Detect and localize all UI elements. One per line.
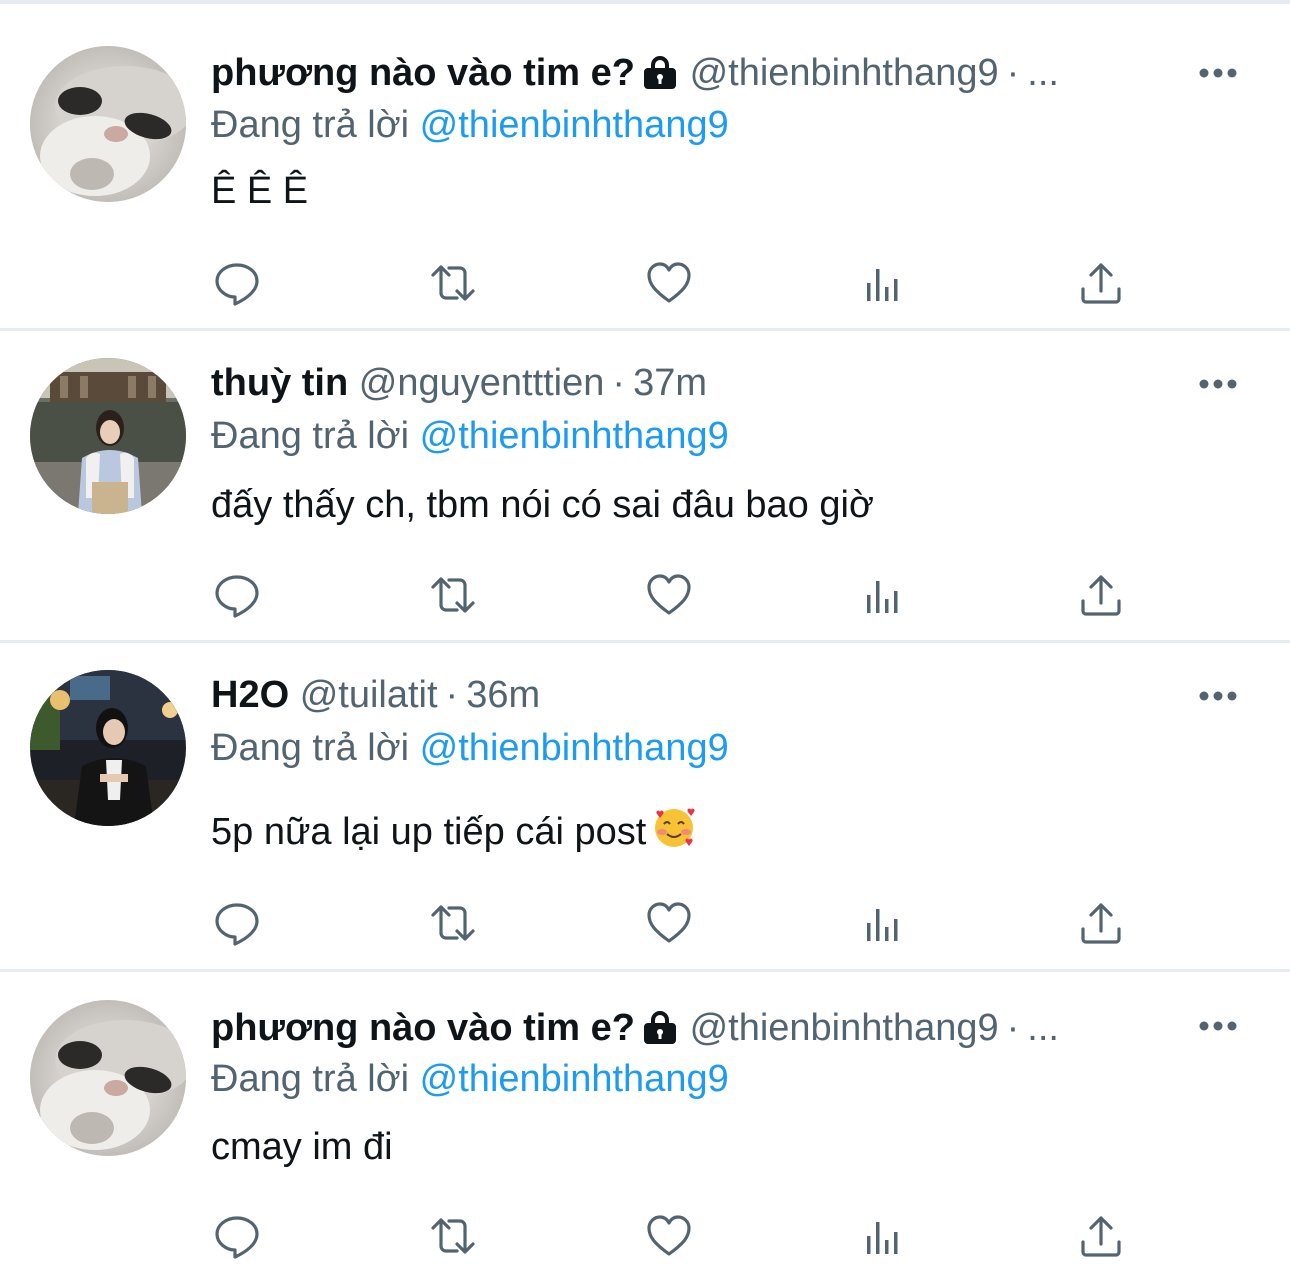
separator-dot: · — [445, 674, 459, 716]
divider — [0, 969, 1290, 972]
mention-link[interactable]: @thienbinhthang9 — [420, 727, 729, 769]
like-button[interactable] — [643, 898, 695, 948]
like-icon — [647, 902, 691, 943]
separator-dot: · — [1006, 1007, 1020, 1049]
action-bar — [211, 258, 1141, 308]
like-icon — [647, 574, 691, 615]
user-handle[interactable]: @thienbinhthang9 — [690, 52, 999, 94]
share-button[interactable] — [1075, 570, 1127, 620]
views-button[interactable] — [859, 898, 911, 948]
tweet-text: Ê Ê Ê — [211, 170, 309, 212]
separator-dot: · — [612, 362, 626, 404]
like-button[interactable] — [643, 570, 695, 620]
retweet-button[interactable] — [427, 258, 479, 308]
tweet-header: phương nào vào tim e? @thienbinhthang9 ·.… — [211, 1003, 1059, 1053]
views-button[interactable] — [859, 258, 911, 308]
like-icon — [647, 262, 691, 303]
mention-link[interactable]: @thienbinhthang9 — [420, 104, 729, 146]
more-icon[interactable] — [1198, 690, 1238, 702]
tweet-header: H2O @tuilatit · 36m — [211, 670, 540, 720]
replying-to-label: Đang trả lời — [211, 415, 410, 457]
smiling-face-with-hearts-emoji — [655, 808, 695, 847]
retweet-button[interactable] — [427, 898, 479, 948]
views-icon — [867, 581, 898, 613]
reply-button[interactable] — [211, 898, 263, 948]
tweet-text: đấy thấy ch, tbm nói có sai đâu bao giờ — [211, 484, 874, 526]
lock-icon — [635, 52, 679, 94]
more-icon[interactable] — [1198, 1020, 1238, 1032]
lock-icon — [635, 1007, 679, 1049]
views-button[interactable] — [859, 1211, 911, 1261]
avatar[interactable] — [30, 46, 186, 202]
views-button[interactable] — [859, 570, 911, 620]
share-icon — [1081, 1216, 1121, 1257]
reply-icon — [215, 575, 259, 618]
replying-to: Đang trả lời @thienbinhthang9 — [211, 723, 729, 773]
display-name[interactable]: phương nào vào tim e? — [211, 1007, 635, 1049]
more-icon[interactable] — [1198, 378, 1238, 390]
tweet-header: phương nào vào tim e? @thienbinhthang9 ·.… — [211, 48, 1059, 98]
retweet-button[interactable] — [427, 570, 479, 620]
retweet-icon — [431, 1218, 475, 1254]
reply-icon — [215, 263, 259, 306]
user-handle[interactable]: @thienbinhthang9 — [690, 1007, 999, 1049]
reply-button[interactable] — [211, 1211, 263, 1261]
mention-link[interactable]: @thienbinhthang9 — [420, 415, 729, 457]
like-button[interactable] — [643, 258, 695, 308]
avatar[interactable] — [30, 358, 186, 514]
reply-icon — [215, 903, 259, 946]
retweet-button[interactable] — [427, 1211, 479, 1261]
replying-to-label: Đang trả lời — [211, 1058, 410, 1100]
divider — [0, 640, 1290, 643]
display-name[interactable]: thuỳ tin — [211, 362, 348, 404]
retweet-icon — [431, 577, 475, 613]
share-icon — [1081, 903, 1121, 944]
views-icon — [867, 269, 898, 301]
replying-to: Đang trả lời @thienbinhthang9 — [211, 1054, 729, 1104]
action-bar — [211, 570, 1141, 620]
share-button[interactable] — [1075, 898, 1127, 948]
avatar[interactable] — [30, 1000, 186, 1156]
retweet-icon — [431, 265, 475, 301]
replying-to-label: Đang trả lời — [211, 727, 410, 769]
like-button[interactable] — [643, 1211, 695, 1261]
retweet-icon — [431, 905, 475, 941]
share-icon — [1081, 575, 1121, 616]
reply-button[interactable] — [211, 570, 263, 620]
reply-button[interactable] — [211, 258, 263, 308]
divider — [0, 328, 1290, 331]
share-button[interactable] — [1075, 258, 1127, 308]
views-icon — [867, 909, 898, 941]
tweet-text: cmay im đi — [211, 1126, 393, 1168]
share-icon — [1081, 263, 1121, 304]
reply-icon — [215, 1216, 259, 1259]
timestamp[interactable]: ... — [1027, 1007, 1059, 1049]
action-bar — [211, 898, 1141, 948]
replying-to: Đang trả lời @thienbinhthang9 — [211, 100, 729, 150]
like-icon — [647, 1215, 691, 1256]
separator-dot: · — [1006, 52, 1020, 94]
display-name[interactable]: H2O — [211, 674, 289, 716]
timestamp[interactable]: 36m — [466, 674, 540, 716]
tweet-text: 5p nữa lại up tiếp cái post — [211, 806, 696, 857]
top-divider — [0, 0, 1290, 4]
user-handle[interactable]: @tuilatit — [300, 674, 438, 716]
more-icon[interactable] — [1198, 67, 1238, 79]
timestamp[interactable]: ... — [1027, 52, 1059, 94]
action-bar — [211, 1211, 1141, 1261]
mention-link[interactable]: @thienbinhthang9 — [420, 1058, 729, 1100]
tweet-text-content: 5p nữa lại up tiếp cái post — [211, 811, 647, 853]
display-name[interactable]: phương nào vào tim e? — [211, 52, 635, 94]
avatar[interactable] — [30, 670, 186, 826]
replying-to-label: Đang trả lời — [211, 104, 410, 146]
replying-to: Đang trả lời @thienbinhthang9 — [211, 411, 729, 461]
timestamp[interactable]: 37m — [633, 362, 707, 404]
user-handle[interactable]: @nguyentttien — [359, 362, 605, 404]
tweet-header: thuỳ tin @nguyentttien · 37m — [211, 358, 707, 408]
share-button[interactable] — [1075, 1211, 1127, 1261]
views-icon — [867, 1222, 898, 1254]
